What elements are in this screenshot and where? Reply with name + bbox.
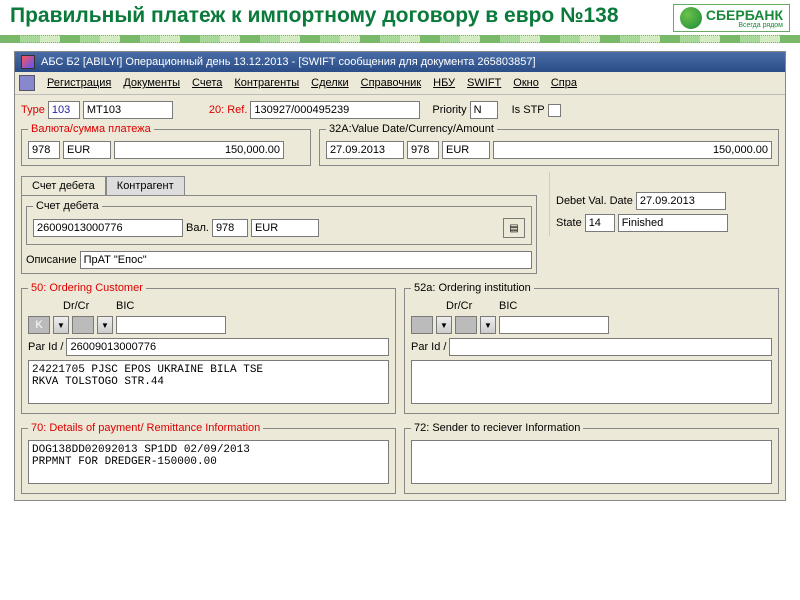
f32a-code-input[interactable] [407,141,439,159]
oi-body-textarea[interactable] [411,360,772,404]
oi-type-dropdown[interactable]: ▼ [436,316,452,334]
sberbank-icon [680,7,702,29]
window-title: АБС Б2 [ABILYI] Операционный день 13.12.… [41,56,536,68]
menu-help[interactable]: Спра [551,77,577,89]
field70-textarea[interactable] [28,440,389,484]
field72-textarea[interactable] [411,440,772,484]
description-input[interactable] [80,251,532,269]
decorative-strip [0,35,800,43]
menu-reference[interactable]: Справочник [361,77,422,89]
debet-val-date-input[interactable] [636,192,726,210]
f32a-date-input[interactable] [326,141,404,159]
oc-parid-input[interactable] [66,338,389,356]
menu-deals[interactable]: Сделки [311,77,349,89]
debit-cur-input[interactable] [251,219,319,237]
debet-val-date-label: Debet Val. Date [556,195,633,207]
oc-bic-label: BIC [116,300,134,312]
is-stp-label: Is STP [512,104,545,116]
oi-drcr-label: Dr/Cr [446,300,496,312]
page-title: Правильный платеж к импортному договору … [10,4,673,28]
oi-bic-label: BIC [499,300,517,312]
description-label: Описание [26,254,77,266]
type-label: Type [21,104,45,116]
oi-parid-label: Par Id / [411,341,446,353]
currency-amount-legend: Валюта/сумма платежа [28,123,154,135]
debit-account-input[interactable] [33,219,183,237]
menu-nbu[interactable]: НБУ [433,77,455,89]
f32a-cur-input[interactable] [442,141,490,159]
menu-documents[interactable]: Документы [123,77,180,89]
window-title-bar: АБС Б2 [ABILYI] Операционный день 13.12.… [15,52,785,72]
ordering-institution-legend: 52a: Ordering institution [411,282,534,294]
menu-bar[interactable]: Регистрация Документы Счета Контрагенты … [15,72,785,95]
oc-drcr-box[interactable] [72,316,94,334]
state-code-input[interactable] [585,214,615,232]
menu-window[interactable]: Окно [513,77,539,89]
oi-type-box[interactable] [411,316,433,334]
oc-drcr-label: Dr/Cr [63,300,113,312]
oi-drcr-dropdown[interactable]: ▼ [480,316,496,334]
currency-code-input[interactable] [28,141,60,159]
oc-k-button[interactable]: K [28,316,50,334]
toolbar-icon[interactable] [19,75,35,91]
menu-swift[interactable]: SWIFT [467,77,501,89]
tab-debit-account[interactable]: Счет дебета [21,176,106,195]
debit-val-label: Вал. [186,222,209,234]
ref-input[interactable] [250,101,420,119]
oi-parid-input[interactable] [449,338,772,356]
app-window: АБС Б2 [ABILYI] Операционный день 13.12.… [14,51,786,501]
oc-parid-label: Par Id / [28,341,63,353]
type-code-input[interactable] [48,101,80,119]
oc-body-textarea[interactable] [28,360,389,404]
sberbank-slogan: Всегда рядом [706,22,783,29]
field72-legend: 72: Sender to reciever Information [411,422,583,434]
card-icon: ▤ [509,223,518,234]
oi-drcr-box[interactable] [455,316,477,334]
f32a-amount-input[interactable] [493,141,772,159]
ordering-customer-legend: 50: Ordering Customer [28,282,146,294]
oc-bic-input[interactable] [116,316,226,334]
lookup-button[interactable]: ▤ [503,218,525,238]
oc-drcr-dropdown[interactable]: ▼ [97,316,113,334]
ref-label: 20: Ref. [209,104,248,116]
field-32a-legend: 32A:Value Date/Currency/Amount [326,123,497,135]
state-text-input[interactable] [618,214,728,232]
sberbank-logo: СБЕРБАНК Всегда рядом [673,4,790,32]
currency-cur-input[interactable] [63,141,111,159]
debit-account-legend: Счет дебета [33,200,102,212]
is-stp-checkbox[interactable] [548,104,561,117]
currency-amount-input[interactable] [114,141,284,159]
menu-accounts[interactable]: Счета [192,77,222,89]
oi-bic-input[interactable] [499,316,609,334]
menu-registration[interactable]: Регистрация [47,77,111,89]
debit-code-input[interactable] [212,219,248,237]
type-name-input[interactable] [83,101,173,119]
menu-contragents[interactable]: Контрагенты [234,77,299,89]
priority-input[interactable] [470,101,498,119]
sberbank-text: СБЕРБАНК [706,8,783,22]
field70-legend: 70: Details of payment/ Remittance Infor… [28,422,263,434]
priority-label: Priority [432,104,466,116]
state-label: State [556,217,582,229]
oc-k-dropdown[interactable]: ▼ [53,316,69,334]
app-icon [21,55,35,69]
tab-contragent[interactable]: Контрагент [106,176,185,195]
